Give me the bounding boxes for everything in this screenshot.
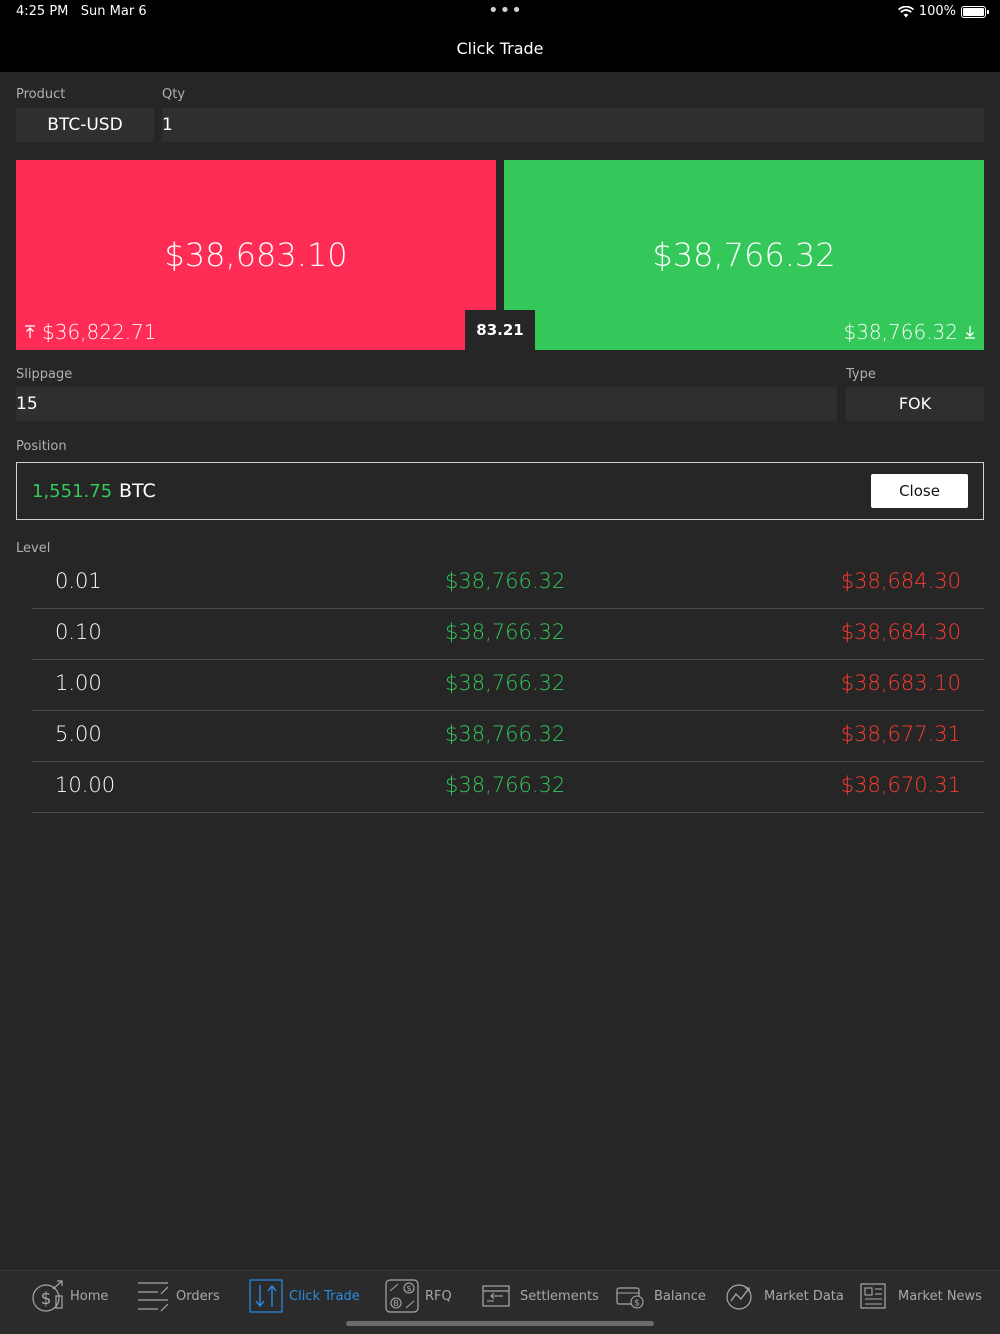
level-row[interactable]: 5.00 $38,766.32 $38,677.31 xyxy=(32,711,984,762)
sell-sub-price: $36,822.71 xyxy=(42,320,157,344)
level-sell-price[interactable]: $38,677.31 xyxy=(841,722,961,746)
buy-sub-price: $38,766.32 xyxy=(843,320,958,344)
buy-button[interactable]: $38,766.32 $38,766.32 xyxy=(504,160,984,350)
type-label: Type xyxy=(846,367,876,382)
level-size: 10.00 xyxy=(55,773,116,797)
battery-percent: 100% xyxy=(918,4,956,19)
spread-value: 83.21 xyxy=(465,310,535,350)
level-label: Level xyxy=(16,541,51,556)
level-sell-price[interactable]: $38,683.10 xyxy=(841,671,961,695)
level-sell-price[interactable]: $38,684.30 xyxy=(841,620,961,644)
page-title: Click Trade xyxy=(456,39,544,58)
qty-label: Qty xyxy=(162,87,186,102)
sell-price: $38,683.10 xyxy=(164,236,348,274)
market-news-icon xyxy=(860,1283,886,1309)
level-buy-price[interactable]: $38,766.32 xyxy=(445,620,565,644)
slippage-input[interactable]: 15 xyxy=(16,387,837,421)
type-selector[interactable]: FOK xyxy=(846,387,984,421)
level-row[interactable]: 0.01 $38,766.32 $38,684.30 xyxy=(32,558,984,609)
click-trade-icon xyxy=(249,1279,283,1313)
level-buy-price[interactable]: $38,766.32 xyxy=(445,569,565,593)
svg-text:B: B xyxy=(393,1299,399,1308)
position-qty: 1,551.75 xyxy=(32,481,113,502)
level-sell-price[interactable]: $38,684.30 xyxy=(841,569,961,593)
wifi-icon xyxy=(897,5,914,17)
svg-text:$: $ xyxy=(634,1299,640,1309)
tab-click-trade[interactable]: Click Trade xyxy=(249,1279,360,1313)
buy-price: $38,766.32 xyxy=(652,236,836,274)
levels-table: 0.01 $38,766.32 $38,684.30 0.10 $38,766.… xyxy=(16,558,984,813)
qty-input[interactable]: 1 xyxy=(162,108,984,142)
product-selector[interactable]: BTC-USD xyxy=(16,108,154,142)
level-row[interactable]: 1.00 $38,766.32 $38,683.10 xyxy=(32,660,984,711)
tab-home[interactable]: $ Home xyxy=(30,1279,108,1313)
slippage-label: Slippage xyxy=(16,367,73,382)
level-size: 0.10 xyxy=(55,620,102,644)
market-data-icon xyxy=(726,1284,752,1310)
level-buy-price[interactable]: $38,766.32 xyxy=(445,773,565,797)
tab-orders[interactable]: Orders xyxy=(136,1279,220,1313)
multitasking-dots[interactable]: ••• xyxy=(488,0,523,21)
arrow-down-to-line-icon xyxy=(965,326,975,339)
sell-button[interactable]: $38,683.10 $36,822.71 xyxy=(16,160,496,350)
home-dollar-icon: $ xyxy=(32,1280,63,1312)
arrow-up-to-line-icon xyxy=(25,325,35,338)
tab-market-data[interactable]: Market Data xyxy=(724,1279,844,1313)
level-row[interactable]: 10.00 $38,766.32 $38,670.31 xyxy=(32,762,984,813)
tab-rfq[interactable]: $ B RFQ xyxy=(385,1279,452,1313)
level-size: 0.01 xyxy=(55,569,102,593)
status-time: 4:25 PM Sun Mar 6 xyxy=(16,4,147,19)
level-buy-price[interactable]: $38,766.32 xyxy=(445,722,565,746)
product-label: Product xyxy=(16,87,66,102)
position-asset: BTC xyxy=(119,480,156,502)
position-panel: 1,551.75 BTC Close xyxy=(16,462,984,520)
status-bar: 4:25 PM Sun Mar 6 ••• 100% xyxy=(0,0,1000,26)
level-size: 5.00 xyxy=(55,722,102,746)
rfq-icon: $B xyxy=(385,1279,419,1313)
level-row[interactable]: 0.10 $38,766.32 $38,684.30 xyxy=(32,609,984,660)
nav-bar: Click Trade xyxy=(0,26,1000,72)
home-indicator[interactable] xyxy=(346,1321,654,1326)
tab-balance[interactable]: $ Balance xyxy=(614,1279,706,1313)
settlements-icon xyxy=(482,1285,510,1307)
close-position-button[interactable]: Close xyxy=(871,474,968,508)
balance-icon: $ xyxy=(616,1287,644,1309)
position-label: Position xyxy=(16,439,67,454)
tab-market-news[interactable]: Market News xyxy=(858,1279,982,1313)
svg-text:$: $ xyxy=(406,1284,411,1293)
orders-icon xyxy=(138,1282,169,1312)
battery-icon xyxy=(961,5,989,18)
tab-settlements[interactable]: Settlements xyxy=(480,1279,599,1313)
level-buy-price[interactable]: $38,766.32 xyxy=(445,671,565,695)
level-sell-price[interactable]: $38,670.31 xyxy=(841,773,961,797)
level-size: 1.00 xyxy=(55,671,102,695)
svg-text:$: $ xyxy=(41,1289,52,1309)
